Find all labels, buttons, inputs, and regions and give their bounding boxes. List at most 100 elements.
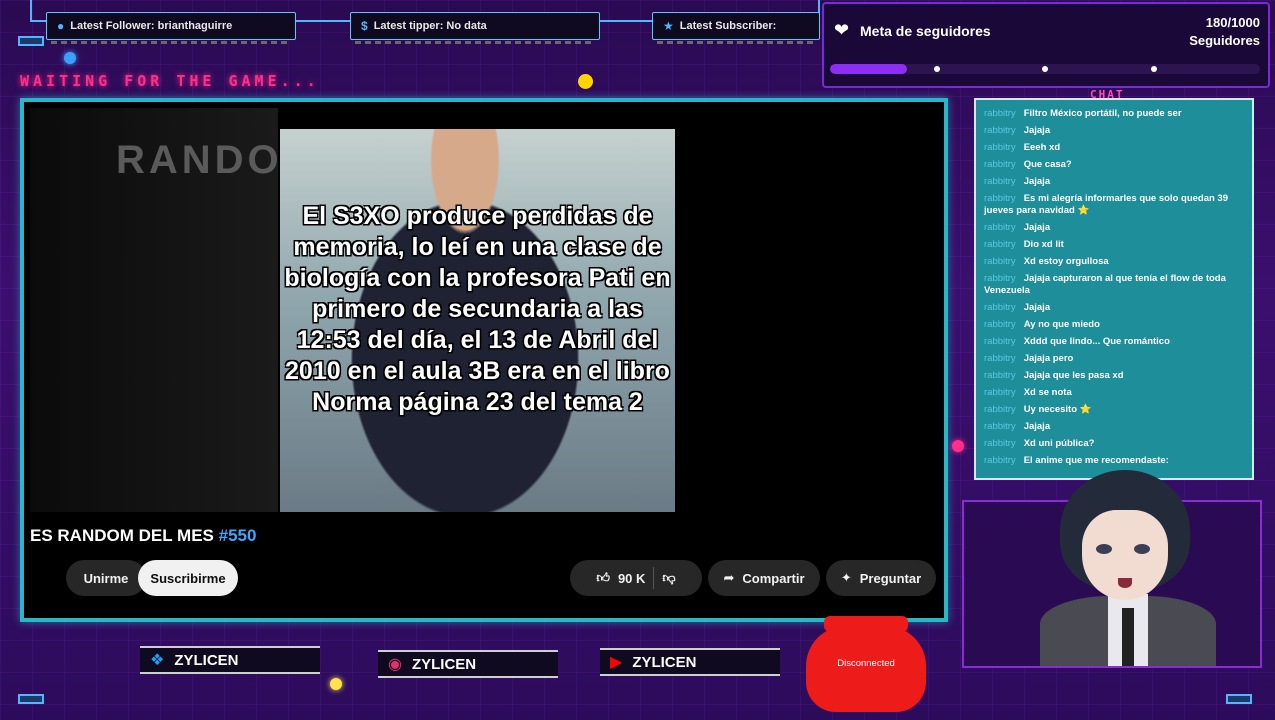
- chat-message: rabbitry Filtro México portátil, no puede…: [984, 108, 1246, 120]
- video-player[interactable]: RANDOM El S3XO produce perdidas de memor…: [30, 108, 938, 512]
- join-button[interactable]: Unirme: [66, 560, 146, 596]
- chat-text: Jajaja: [1023, 421, 1051, 432]
- chat-message: rabbitry Jajaja: [984, 222, 1246, 234]
- chat-username[interactable]: rabbitry: [984, 404, 1016, 415]
- avatar-eye: [1134, 544, 1150, 554]
- chat-message: rabbitry Xd se nota: [984, 387, 1246, 399]
- chat-username[interactable]: rabbitry: [984, 319, 1016, 330]
- subscribe-label: Suscribirme: [150, 570, 226, 586]
- chat-message: rabbitry Uy necesito ⭐: [984, 404, 1246, 416]
- chat-username[interactable]: rabbitry: [984, 142, 1016, 153]
- chat-username[interactable]: rabbitry: [984, 353, 1016, 364]
- chat-message: rabbitry El anime que me recomendaste:: [984, 455, 1246, 467]
- subscribe-button[interactable]: Suscribirme: [138, 560, 238, 596]
- chat-username[interactable]: rabbitry: [984, 438, 1016, 449]
- chat-username[interactable]: rabbitry: [984, 370, 1016, 381]
- chat-username[interactable]: rabbitry: [984, 336, 1016, 347]
- ask-label: Preguntar: [859, 570, 922, 586]
- chat-username[interactable]: rabbitry: [984, 421, 1016, 432]
- corner-decoration: [18, 694, 44, 704]
- glow-dot: [64, 52, 76, 64]
- chat-text: Jajaja que les pasa xd: [1023, 370, 1124, 381]
- chat-username[interactable]: rabbitry: [984, 222, 1016, 233]
- chat-username[interactable]: rabbitry: [984, 455, 1016, 466]
- goal-title: Meta de seguidores: [860, 23, 991, 39]
- chat-text: Es mi alegría informarles que solo queda…: [984, 193, 1229, 216]
- twitter-handle: ZYLICEN: [174, 651, 239, 669]
- controller-status: Disconnected: [837, 658, 895, 669]
- sparkle-icon: ✦: [840, 570, 852, 585]
- chat-message-list: rabbitry Filtro México portátil, no puede…: [976, 100, 1252, 467]
- goal-count-unit: Seguidores: [1189, 33, 1260, 48]
- follower-goal-widget: ❤ Meta de seguidores 180/1000 Seguidores: [822, 2, 1270, 88]
- dollar-icon: $: [361, 19, 368, 33]
- chat-message: rabbitry Xd uni pública?: [984, 438, 1246, 450]
- chat-message: rabbitry Ay no que miedo: [984, 319, 1246, 331]
- latest-subscriber-alert: ★ Latest Subscriber:: [652, 12, 820, 44]
- chat-username[interactable]: rabbitry: [984, 193, 1016, 204]
- avatar-face: [1082, 510, 1168, 600]
- chat-username[interactable]: rabbitry: [984, 125, 1016, 136]
- chat-username[interactable]: rabbitry: [984, 273, 1016, 284]
- twitter-icon: ❖: [150, 652, 165, 669]
- glow-dot: [952, 440, 964, 452]
- chat-text: Filtro México portátil, no puede ser: [1023, 108, 1182, 119]
- video-title-number: #550: [218, 526, 257, 545]
- goal-marker: [934, 66, 940, 72]
- share-button[interactable]: ➦ Compartir: [708, 560, 820, 596]
- chat-text: Jajaja pero: [1023, 353, 1074, 364]
- chat-message: rabbitry Xd estoy orgullosa: [984, 256, 1246, 268]
- latest-tipper-alert: $ Latest tipper: No data: [350, 12, 600, 44]
- youtube-bar[interactable]: ▶ ZYLICEN: [600, 648, 780, 676]
- star-icon: ★: [663, 19, 674, 33]
- video-title: ES RANDOM DEL MES #550: [30, 526, 256, 546]
- chat-message: rabbitry Jajaja: [984, 125, 1246, 137]
- latest-tipper-text: Latest tipper: No data: [373, 20, 487, 32]
- chat-message: rabbitry Dio xd lit: [984, 239, 1246, 251]
- chat-text: Jajaja: [1023, 222, 1051, 233]
- share-label: Compartir: [742, 570, 805, 586]
- chat-username[interactable]: rabbitry: [984, 256, 1016, 267]
- chat-text: Jajaja: [1023, 176, 1051, 187]
- chat-text: Jajaja: [1023, 302, 1051, 313]
- avatar-mouth: [1118, 578, 1132, 588]
- share-icon: ➦: [723, 570, 735, 585]
- chat-message: rabbitry Jajaja: [984, 302, 1246, 314]
- chat-username[interactable]: rabbitry: [984, 108, 1016, 119]
- chat-message: rabbitry Jajaja que les pasa xd: [984, 370, 1246, 382]
- chat-text: Dio xd lit: [1023, 239, 1064, 250]
- chat-username[interactable]: rabbitry: [984, 176, 1016, 187]
- instagram-handle: ZYLICEN: [411, 655, 477, 673]
- like-divider: [653, 567, 655, 589]
- ask-button[interactable]: ✦ Preguntar: [826, 560, 936, 596]
- avatar-tie: [1122, 608, 1134, 666]
- glow-dot: [330, 678, 342, 690]
- chat-message: rabbitry Es mi alegría informarles que so…: [984, 193, 1246, 217]
- chat-text: Xd uni pública?: [1023, 438, 1095, 449]
- instagram-bar[interactable]: ◉ ZYLICEN: [378, 650, 558, 678]
- latest-follower-alert: ● Latest Follower: brianthaguirre: [46, 12, 296, 44]
- goal-count-value: 180/1000: [1205, 15, 1260, 30]
- video-title-text: ES RANDOM DEL MES: [30, 526, 214, 545]
- thumbs-down-icon[interactable]: 👎︎: [662, 570, 675, 586]
- pacman-icon: [578, 74, 593, 89]
- chat-message: rabbitry Jajaja: [984, 421, 1246, 433]
- chat-username[interactable]: rabbitry: [984, 239, 1016, 250]
- avatar-eye: [1096, 544, 1112, 554]
- like-dislike-group[interactable]: 👍︎ 90 K 👎︎: [570, 560, 702, 596]
- chat-username[interactable]: rabbitry: [984, 302, 1016, 313]
- chat-text: El anime que me recomendaste:: [1023, 455, 1169, 466]
- twitter-bar[interactable]: ❖ ZYLICEN: [140, 646, 320, 674]
- youtube-handle: ZYLICEN: [632, 653, 697, 671]
- latest-subscriber-text: Latest Subscriber:: [679, 20, 777, 32]
- instagram-icon: ◉: [388, 656, 402, 673]
- chat-text: Xddd que lindo... Que romántico: [1023, 336, 1170, 347]
- chat-text: Uy necesito ⭐: [1023, 404, 1092, 415]
- heart-icon: ❤: [834, 20, 850, 40]
- goal-count: 180/1000 Seguidores: [1189, 14, 1260, 50]
- thumbs-up-icon[interactable]: 👍︎: [596, 570, 610, 586]
- goal-progress-fill: [830, 64, 908, 74]
- chat-username[interactable]: rabbitry: [984, 159, 1016, 170]
- chat-text: Eeeh xd: [1023, 142, 1061, 153]
- chat-username[interactable]: rabbitry: [984, 387, 1016, 398]
